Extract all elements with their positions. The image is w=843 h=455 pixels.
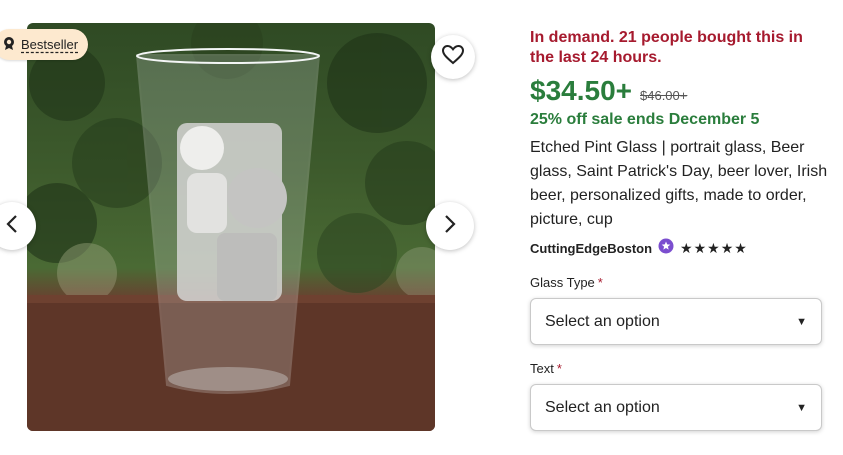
product-details: In demand. 21 people bought this in the …: [530, 28, 830, 431]
star-seller-icon: [658, 238, 674, 259]
price-row: $34.50+ $46.00+: [530, 75, 830, 107]
glass-type-label: Glass Type *: [530, 275, 830, 290]
product-photo-graphic: [27, 23, 435, 431]
product-image[interactable]: [27, 23, 435, 431]
rating-stars[interactable]: ★★★★★: [680, 240, 748, 257]
glass-type-value: Select an option: [545, 312, 660, 330]
heart-icon: [441, 44, 465, 70]
original-price: $46.00+: [640, 88, 688, 103]
shop-row: CuttingEdgeBoston ★★★★★: [530, 238, 830, 259]
bestseller-label: Bestseller: [21, 37, 79, 52]
product-title: Etched Pint Glass | portrait glass, Beer…: [530, 139, 828, 228]
text-label-text: Text: [530, 361, 554, 376]
next-image-button[interactable]: [426, 202, 474, 250]
text-select[interactable]: Select an option ▼: [530, 384, 822, 431]
text-value: Select an option: [545, 398, 660, 416]
chevron-left-icon: [5, 214, 19, 239]
sale-notice: 25% off sale ends December 5: [530, 111, 760, 128]
bestseller-icon: [2, 36, 16, 53]
glass-type-select[interactable]: Select an option ▼: [530, 298, 822, 345]
required-marker: *: [556, 361, 562, 376]
demand-notice: In demand. 21 people bought this in the …: [530, 29, 803, 66]
chevron-right-icon: [443, 214, 457, 239]
favorite-button[interactable]: [431, 35, 475, 79]
caret-down-icon: ▼: [796, 401, 807, 414]
text-label: Text *: [530, 361, 830, 376]
glass-type-label-text: Glass Type: [530, 275, 595, 290]
sale-price: $34.50+: [530, 75, 632, 106]
required-marker: *: [597, 275, 603, 290]
caret-down-icon: ▼: [796, 315, 807, 328]
shop-name-link[interactable]: CuttingEdgeBoston: [530, 241, 652, 256]
bestseller-badge: Bestseller: [0, 29, 89, 60]
